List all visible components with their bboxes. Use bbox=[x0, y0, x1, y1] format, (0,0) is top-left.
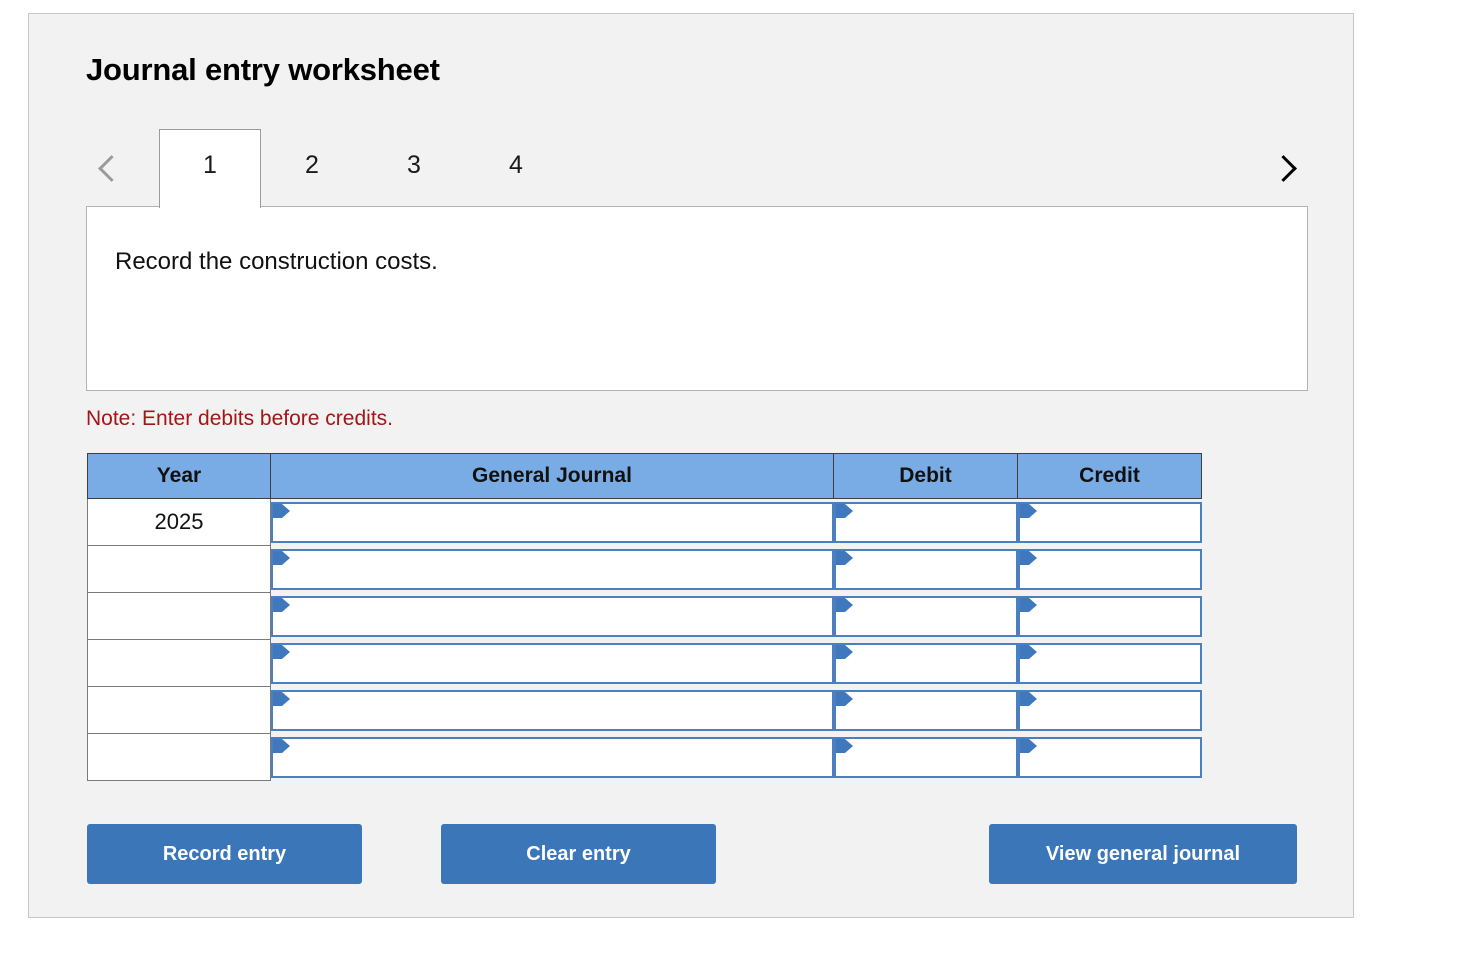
table-header-row: Year General Journal Debit Credit bbox=[87, 453, 1202, 499]
debit-input-1[interactable] bbox=[833, 501, 1018, 543]
year-cell-6[interactable] bbox=[87, 733, 271, 781]
table-row: 2025 bbox=[87, 498, 1202, 546]
debits-before-credits-note: Note: Enter debits before credits. bbox=[86, 407, 393, 430]
view-general-journal-button[interactable]: View general journal bbox=[989, 824, 1297, 884]
general-journal-input-6[interactable] bbox=[271, 736, 834, 778]
record-entry-button[interactable]: Record entry bbox=[87, 824, 362, 884]
clear-entry-button[interactable]: Clear entry bbox=[441, 824, 716, 884]
table-row bbox=[87, 733, 1202, 781]
column-header-general-journal: General Journal bbox=[270, 453, 834, 499]
tab-1-label: 1 bbox=[203, 151, 217, 179]
general-journal-input-3[interactable] bbox=[271, 595, 834, 637]
debit-cell-4[interactable] bbox=[833, 639, 1018, 687]
tab-4[interactable]: 4 bbox=[465, 129, 567, 207]
journal-entry-worksheet-panel: Journal entry worksheet 1 2 3 4 Record t… bbox=[28, 13, 1354, 918]
general-journal-input-1[interactable] bbox=[271, 501, 834, 543]
credit-input-6[interactable] bbox=[1017, 736, 1202, 778]
column-header-debit: Debit bbox=[833, 453, 1018, 499]
general-journal-input-2[interactable] bbox=[271, 548, 834, 590]
tab-2-label: 2 bbox=[305, 151, 319, 179]
year-cell-2[interactable] bbox=[87, 545, 271, 593]
debit-cell-2[interactable] bbox=[833, 545, 1018, 593]
general-journal-cell-2[interactable] bbox=[270, 545, 834, 593]
debit-cell-5[interactable] bbox=[833, 686, 1018, 734]
year-cell-5[interactable] bbox=[87, 686, 271, 734]
page-title: Journal entry worksheet bbox=[86, 52, 440, 87]
column-header-credit: Credit bbox=[1017, 453, 1202, 499]
tab-4-label: 4 bbox=[509, 151, 523, 179]
tab-3[interactable]: 3 bbox=[363, 129, 465, 207]
prev-page-button[interactable] bbox=[86, 146, 130, 190]
table-row bbox=[87, 592, 1202, 640]
credit-input-2[interactable] bbox=[1017, 548, 1202, 590]
credit-input-1[interactable] bbox=[1017, 501, 1202, 543]
credit-cell-4[interactable] bbox=[1017, 639, 1202, 687]
credit-cell-5[interactable] bbox=[1017, 686, 1202, 734]
next-page-button[interactable] bbox=[1264, 146, 1308, 190]
column-header-year: Year bbox=[87, 453, 271, 499]
debit-cell-3[interactable] bbox=[833, 592, 1018, 640]
chevron-right-icon bbox=[1269, 154, 1297, 182]
table-row bbox=[87, 639, 1202, 687]
general-journal-cell-3[interactable] bbox=[270, 592, 834, 640]
debit-input-6[interactable] bbox=[833, 736, 1018, 778]
credit-input-5[interactable] bbox=[1017, 689, 1202, 731]
general-journal-cell-5[interactable] bbox=[270, 686, 834, 734]
tab-3-label: 3 bbox=[407, 151, 421, 179]
general-journal-cell-4[interactable] bbox=[270, 639, 834, 687]
year-cell-1[interactable]: 2025 bbox=[87, 498, 271, 546]
year-cell-4[interactable] bbox=[87, 639, 271, 687]
general-journal-input-4[interactable] bbox=[271, 642, 834, 684]
credit-cell-2[interactable] bbox=[1017, 545, 1202, 593]
general-journal-cell-6[interactable] bbox=[270, 733, 834, 781]
debit-input-3[interactable] bbox=[833, 595, 1018, 637]
debit-cell-6[interactable] bbox=[833, 733, 1018, 781]
chevron-left-icon bbox=[97, 154, 125, 182]
credit-input-4[interactable] bbox=[1017, 642, 1202, 684]
debit-cell-1[interactable] bbox=[833, 498, 1018, 546]
credit-cell-6[interactable] bbox=[1017, 733, 1202, 781]
journal-entry-table: Year General Journal Debit Credit 2025 bbox=[87, 453, 1202, 781]
credit-cell-3[interactable] bbox=[1017, 592, 1202, 640]
debit-input-4[interactable] bbox=[833, 642, 1018, 684]
general-journal-cell-1[interactable] bbox=[270, 498, 834, 546]
year-cell-3[interactable] bbox=[87, 592, 271, 640]
entry-description-text: Record the construction costs. bbox=[115, 248, 438, 275]
credit-input-3[interactable] bbox=[1017, 595, 1202, 637]
table-row bbox=[87, 686, 1202, 734]
general-journal-input-5[interactable] bbox=[271, 689, 834, 731]
tab-2[interactable]: 2 bbox=[261, 129, 363, 207]
table-row bbox=[87, 545, 1202, 593]
tab-1[interactable]: 1 bbox=[159, 129, 261, 208]
worksheet-tab-strip: 1 2 3 4 bbox=[86, 129, 1308, 208]
entry-description-box: Record the construction costs. bbox=[86, 206, 1308, 391]
debit-input-2[interactable] bbox=[833, 548, 1018, 590]
credit-cell-1[interactable] bbox=[1017, 498, 1202, 546]
debit-input-5[interactable] bbox=[833, 689, 1018, 731]
